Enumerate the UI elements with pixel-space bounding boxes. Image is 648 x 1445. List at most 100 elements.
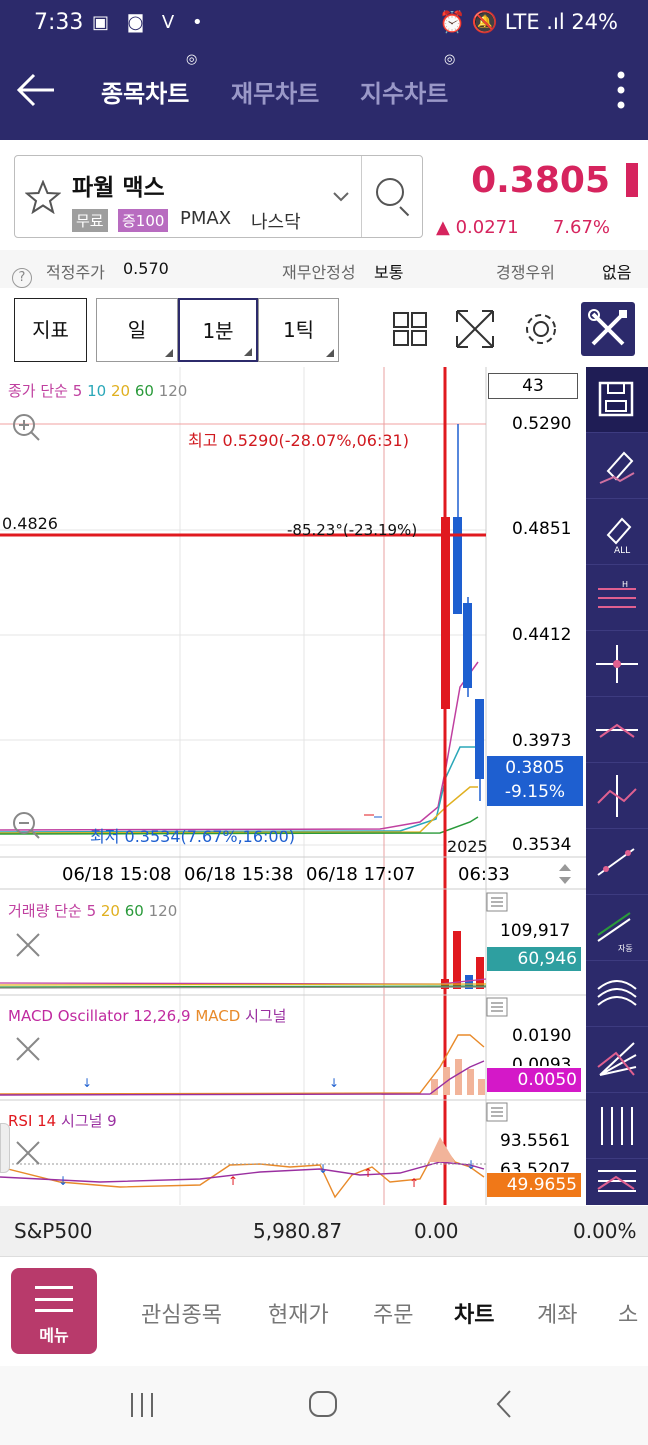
legend-ma20: 20 <box>110 382 131 400</box>
price-change: ▲ 0.0271 <box>436 217 519 238</box>
valuation-info-row: ? 적정주가 0.570 재무안정성 보통 경쟁우위 없음 <box>0 250 648 288</box>
eraser-tool[interactable] <box>586 433 648 499</box>
eraser-icon <box>599 451 635 484</box>
time-axis-label: 06/18 17:07 <box>306 864 416 885</box>
period-minute-button[interactable]: 1분 <box>178 298 258 362</box>
legend-ma120: 120 <box>158 382 188 400</box>
nav-account[interactable]: 계좌 <box>537 1297 577 1329</box>
fullscreen-icon[interactable] <box>452 306 498 352</box>
eraser-all-tool[interactable]: ALL <box>586 499 648 565</box>
recent-apps-icon[interactable] <box>126 1390 158 1420</box>
tools-button[interactable] <box>581 302 635 356</box>
index-change: 0.00 <box>414 1219 459 1243</box>
back-arrow-icon[interactable] <box>16 72 56 108</box>
fibonacci-icon <box>597 1170 636 1192</box>
hcl-line-tool[interactable]: H <box>586 565 648 631</box>
rsi-axis-label: 93.5561 <box>500 1131 571 1151</box>
panel-menu-icon[interactable] <box>486 997 508 1017</box>
menu-button[interactable]: 메뉴 <box>11 1268 97 1354</box>
index-change-pct: 0.00% <box>573 1219 637 1243</box>
panel-menu-icon[interactable] <box>486 1102 508 1122</box>
current-price-marker-value: 0.3805 <box>505 758 565 778</box>
tab-stock-chart[interactable]: 종목차트 <box>101 74 189 109</box>
period-day-button[interactable]: 일 <box>96 298 178 362</box>
legend-vol-ma20: 20 <box>100 902 120 920</box>
legend-vol-ma120: 120 <box>148 902 178 920</box>
tab-badge-icon: ◎ <box>186 52 198 67</box>
legend-vol-ma5: 5 <box>86 902 97 920</box>
time-axis-label: 06/18 15:38 <box>184 864 294 885</box>
price-axis-label: 0.3534 <box>512 835 572 855</box>
rsi-legend[interactable]: RSI 14 시그널 9 <box>8 1110 117 1131</box>
vertical-line-tool[interactable] <box>586 763 648 829</box>
back-icon[interactable] <box>492 1388 516 1420</box>
trend-line-tool[interactable] <box>586 829 648 895</box>
nav-watchlist[interactable]: 관심종목 <box>141 1297 222 1329</box>
chevron-down-icon[interactable] <box>333 192 349 202</box>
fair-price-label: 적정주가 <box>46 263 105 282</box>
indicator-button[interactable]: 지표 <box>14 298 87 362</box>
zoom-out-icon[interactable] <box>10 809 42 841</box>
cursor-time-label: 06:33 <box>458 864 510 885</box>
nav-order[interactable]: 주문 <box>373 1297 413 1329</box>
horizontal-line-tool[interactable] <box>586 697 648 763</box>
index-ticker-bar[interactable]: S&P500 5,980.87 0.00 0.00% <box>0 1206 648 1256</box>
arc-tool[interactable] <box>586 961 648 1027</box>
price-axis-label: 0.4851 <box>512 519 572 539</box>
layout-grid-icon[interactable] <box>388 306 434 352</box>
period-tick-label: 1틱 <box>282 318 315 342</box>
tab-badge-icon: ◎ <box>444 52 456 67</box>
favorite-star-icon[interactable] <box>25 180 61 214</box>
current-price-marker-pct: -9.15% <box>504 782 566 802</box>
period-tick-button[interactable]: 1틱 <box>258 298 339 362</box>
close-panel-icon[interactable] <box>14 1035 42 1063</box>
status-notification-icons: ▣ ◙ V • <box>92 12 209 33</box>
eraser-all-icon: ALL <box>606 517 632 556</box>
low-price-note: 최저 0.3534(7.67%,16:00) <box>90 827 296 846</box>
tab-index-chart[interactable]: 지수차트 <box>360 74 448 109</box>
rsi-signal-arrow: ↓ <box>58 1174 68 1188</box>
side-drawer-handle[interactable] <box>0 1123 10 1173</box>
panel-menu-icon[interactable] <box>486 892 508 912</box>
legend-macd-signal: 시그널 <box>245 1007 287 1025</box>
close-panel-icon[interactable] <box>14 1139 42 1167</box>
legend-prefix: 거래량 단순 <box>8 902 82 920</box>
nav-chart[interactable]: 차트 <box>454 1297 494 1329</box>
home-icon[interactable] <box>307 1388 339 1420</box>
index-value: 5,980.87 <box>253 1219 343 1243</box>
vertical-lines-tool[interactable] <box>586 1093 648 1159</box>
fan-line-tool[interactable] <box>586 1027 648 1093</box>
price-axis-label: 0.4412 <box>512 625 572 645</box>
nav-more[interactable]: 소 <box>618 1297 638 1329</box>
time-axis-toggle-icon[interactable] <box>557 861 573 887</box>
arc-lines-icon <box>597 980 637 1006</box>
cross-line-tool[interactable] <box>586 631 648 697</box>
tools-wrench-icon <box>588 309 627 346</box>
legend-vol-ma60: 60 <box>124 902 144 920</box>
more-options-icon[interactable] <box>616 70 626 110</box>
chart-area[interactable]: ↓ ↓ ↓ ↑ ↓ ↑ ↑ ↓ 종가 단순 5 10 20 60 120 43 … <box>0 367 586 1205</box>
status-time: 7:33 <box>34 10 84 35</box>
time-axis-label: 06/18 15:08 <box>62 864 172 885</box>
svg-text:H: H <box>622 580 628 589</box>
stock-selector[interactable]: 파월 맥스 무료 증100 PMAX 나스닥 <box>14 155 423 238</box>
save-tool[interactable] <box>586 367 648 433</box>
zoom-in-icon[interactable] <box>10 411 42 443</box>
close-panel-icon[interactable] <box>14 931 42 959</box>
app-header: 7:33 ▣ ◙ V • ⏰ 🔕 LTE .ıl 24% 종목차트 ◎ 재무차트… <box>0 0 648 140</box>
auto-trend-tool[interactable]: 자동 <box>586 895 648 961</box>
macd-legend[interactable]: MACD Oscillator 12,26,9 MACD 시그널 <box>8 1005 286 1026</box>
high-price-note: 최고 0.5290(-28.07%,06:31) <box>188 431 409 450</box>
settings-gear-icon[interactable] <box>518 306 564 352</box>
horizontal-line-icon <box>596 723 638 738</box>
competition-value: 없음 <box>602 263 632 282</box>
candle-count-box[interactable]: 43 <box>488 373 578 399</box>
rsi-signal-arrow: ↓ <box>466 1158 476 1172</box>
tab-finance-chart[interactable]: 재무차트 <box>231 74 319 109</box>
nav-current-price[interactable]: 현재가 <box>268 1297 329 1329</box>
volume-legend[interactable]: 거래량 단순 5 20 60 120 <box>8 900 177 921</box>
price-ma-legend[interactable]: 종가 단순 5 10 20 60 120 <box>8 380 187 401</box>
macd-lines <box>0 1034 485 1096</box>
search-button[interactable] <box>361 156 423 237</box>
price-change-pct: 7.67% <box>552 217 610 238</box>
